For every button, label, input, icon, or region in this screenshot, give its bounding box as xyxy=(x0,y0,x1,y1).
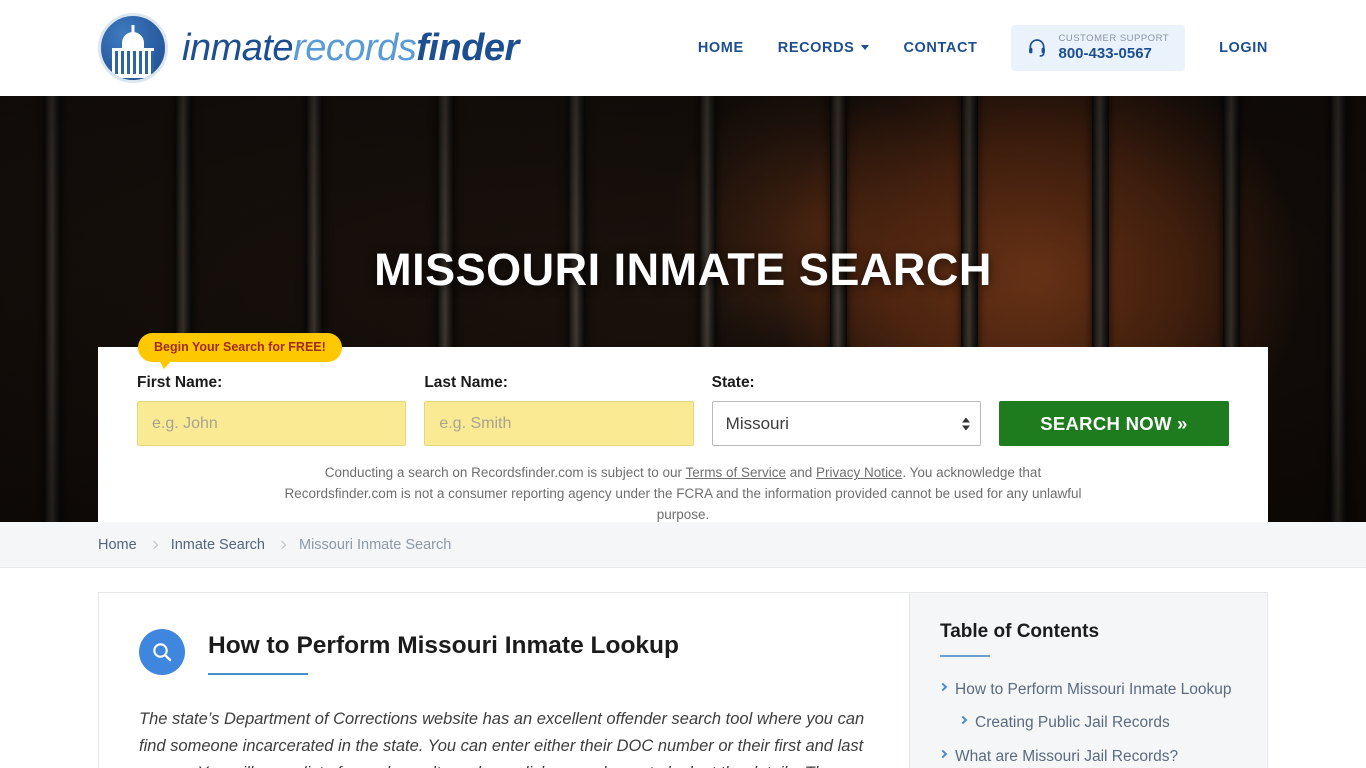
disclaimer-text-1: Conducting a search on Recordsfinder.com… xyxy=(324,465,686,480)
state-field-group: State: Missouri xyxy=(711,374,981,446)
search-disclaimer: Conducting a search on Recordsfinder.com… xyxy=(268,463,1098,522)
main-navigation: HOME RECORDS CONTACT CUSTOMER SUPPORT 80… xyxy=(698,25,1268,71)
customer-support-box[interactable]: CUSTOMER SUPPORT 800-433-0567 xyxy=(1011,25,1186,71)
page-title: MISSOURI INMATE SEARCH xyxy=(374,244,992,295)
breadcrumb-item-inmate-search[interactable]: Inmate Search xyxy=(171,537,265,553)
breadcrumb-separator-icon xyxy=(149,540,158,549)
chevron-right-icon xyxy=(938,682,948,692)
nav-item-home-label: HOME xyxy=(697,39,744,56)
breadcrumb-item-home[interactable]: Home xyxy=(98,537,137,553)
breadcrumb-item-current: Missouri Inmate Search xyxy=(299,536,452,553)
nav-item-contact-label: CONTACT xyxy=(903,39,978,56)
last-name-label: Last Name: xyxy=(424,374,508,391)
toc-underline-rule xyxy=(940,655,990,657)
nav-item-records[interactable]: RECORDS xyxy=(778,40,870,56)
logo-part-inmate: inmate xyxy=(182,26,294,69)
article-section-header: How to Perform Missouri Inmate Lookup xyxy=(139,627,869,676)
toc-item-label[interactable]: Creating Public Jail Records xyxy=(975,712,1170,734)
toc-list: How to Perform Missouri Inmate Lookup Cr… xyxy=(938,679,1239,768)
first-name-field-group: First Name: xyxy=(137,374,407,446)
article-paragraph: The state’s Department of Corrections we… xyxy=(139,710,865,768)
nav-item-records-label: RECORDS xyxy=(777,39,855,56)
nav-item-contact[interactable]: CONTACT xyxy=(903,40,977,56)
logo-part-records: records xyxy=(293,26,417,69)
state-label: State: xyxy=(711,374,755,391)
article-content-card: How to Perform Missouri Inmate Lookup Th… xyxy=(98,592,910,768)
site-logo[interactable]: inmaterecordsfinder xyxy=(98,13,519,83)
state-select[interactable]: Missouri xyxy=(711,401,981,446)
page-body: How to Perform Missouri Inmate Lookup Th… xyxy=(0,568,1366,768)
support-caption: CUSTOMER SUPPORT xyxy=(1058,33,1170,45)
first-name-label: First Name: xyxy=(137,374,223,391)
chevron-down-icon xyxy=(861,45,870,51)
headset-icon xyxy=(1029,39,1046,57)
first-name-input[interactable] xyxy=(137,401,407,446)
capitol-dome-icon xyxy=(98,13,168,83)
last-name-field-group: Last Name: xyxy=(424,374,694,446)
site-header: inmaterecordsfinder HOME RECORDS CONTACT… xyxy=(0,0,1366,96)
breadcrumb-separator-icon xyxy=(277,540,287,549)
logo-wordmark: inmaterecordsfinder xyxy=(182,27,519,70)
last-name-input[interactable] xyxy=(424,401,694,446)
nav-item-login-label: LOGIN xyxy=(1219,39,1268,56)
article-heading: How to Perform Missouri Inmate Lookup xyxy=(208,632,679,659)
privacy-notice-link[interactable]: Privacy Notice xyxy=(816,465,902,480)
nav-item-login[interactable]: LOGIN xyxy=(1219,40,1268,56)
hero-section: MISSOURI INMATE SEARCH Begin Your Search… xyxy=(0,96,1366,522)
free-search-badge: Begin Your Search for FREE! xyxy=(138,333,342,369)
toc-item[interactable]: How to Perform Missouri Inmate Lookup xyxy=(938,679,1239,701)
toc-item-label[interactable]: What are Missouri Jail Records? xyxy=(955,746,1178,768)
table-of-contents-panel: Table of Contents How to Perform Missour… xyxy=(909,592,1268,768)
disclaimer-text-2: and xyxy=(786,465,817,480)
toc-title: Table of Contents xyxy=(940,621,1100,642)
support-phone-number[interactable]: 800-433-0567 xyxy=(1058,45,1169,63)
search-circle-icon xyxy=(139,629,185,675)
logo-part-finder: finder xyxy=(416,26,519,69)
toc-item-label[interactable]: How to Perform Missouri Inmate Lookup xyxy=(955,679,1232,701)
search-now-button[interactable]: SEARCH NOW » xyxy=(998,401,1229,446)
breadcrumb: Home Inmate Search Missouri Inmate Searc… xyxy=(0,522,1366,568)
heading-underline-rule xyxy=(208,673,308,676)
chevron-right-icon xyxy=(958,716,968,725)
toc-item[interactable]: What are Missouri Jail Records? xyxy=(938,746,1239,768)
toc-item[interactable]: Creating Public Jail Records xyxy=(940,712,1239,734)
nav-item-home[interactable]: HOME xyxy=(698,40,744,56)
search-form-row: First Name: Last Name: State: Missouri xyxy=(137,374,1229,446)
inmate-search-form: Begin Your Search for FREE! First Name: … xyxy=(98,333,1268,522)
chevron-right-icon xyxy=(938,749,948,759)
terms-of-service-link[interactable]: Terms of Service xyxy=(685,465,786,480)
